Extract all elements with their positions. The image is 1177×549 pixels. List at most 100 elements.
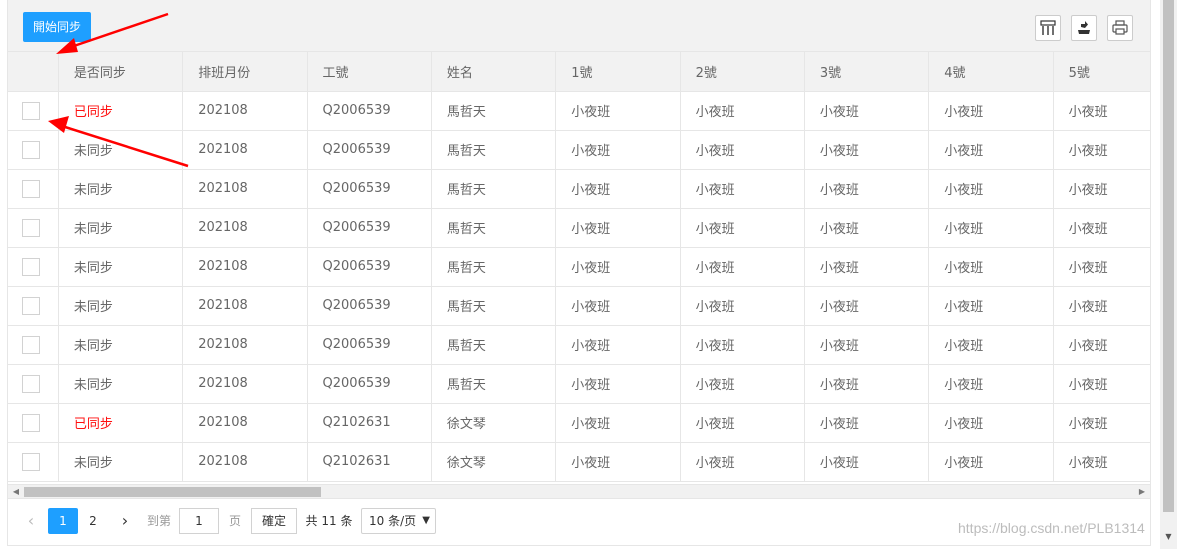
table-cell-d2: 小夜班 bbox=[680, 442, 805, 482]
table-cell-d2: 小夜班 bbox=[680, 403, 805, 443]
goto-page-input[interactable]: 1 bbox=[179, 508, 219, 534]
page-size-select[interactable]: 10 条/页 ▼ bbox=[361, 508, 436, 534]
table-cell-d3: 小夜班 bbox=[804, 364, 930, 404]
column-header[interactable]: 2號 bbox=[680, 52, 805, 92]
table-cell-d1: 小夜班 bbox=[555, 286, 681, 326]
table-cell-d3: 小夜班 bbox=[804, 208, 930, 248]
horizontal-scrollbar[interactable]: ◀ ▶ bbox=[8, 484, 1150, 498]
row-checkbox[interactable] bbox=[22, 257, 40, 276]
page-2-button[interactable]: 2 bbox=[80, 508, 106, 534]
column-header[interactable]: 工號 bbox=[307, 52, 432, 92]
table-cell-id: Q2006539 bbox=[307, 169, 432, 209]
table-cell-d4: 小夜班 bbox=[928, 364, 1054, 404]
table-cell-id: Q2102631 bbox=[307, 442, 432, 482]
table-cell-status: 未同步 bbox=[58, 325, 184, 365]
row-checkbox[interactable] bbox=[22, 452, 40, 471]
table-cell-name: 馬哲天 bbox=[431, 325, 557, 365]
page-size-value: 10 条/页 bbox=[369, 514, 417, 528]
row-checkbox-cell bbox=[8, 91, 59, 131]
table-cell-d2: 小夜班 bbox=[680, 286, 805, 326]
table-cell-id: Q2006539 bbox=[307, 130, 432, 170]
table-cell-id: Q2102631 bbox=[307, 403, 432, 443]
table-toolbar: 開始同步 bbox=[8, 0, 1150, 52]
goto-confirm-button[interactable]: 確定 bbox=[251, 508, 297, 534]
columns-icon[interactable] bbox=[1035, 15, 1061, 41]
table-cell-d2: 小夜班 bbox=[680, 169, 805, 209]
column-header[interactable]: 5號 bbox=[1053, 52, 1150, 92]
table-cell-name: 馬哲天 bbox=[431, 247, 557, 287]
table-cell-month: 202108 bbox=[182, 208, 308, 248]
table-cell-d4: 小夜班 bbox=[928, 91, 1054, 131]
table-cell-status: 未同步 bbox=[58, 286, 184, 326]
table-cell-month: 202108 bbox=[182, 130, 308, 170]
column-header[interactable]: 3號 bbox=[804, 52, 930, 92]
table-cell-d5: 小夜班 bbox=[1053, 364, 1150, 404]
table-cell-d2: 小夜班 bbox=[680, 130, 805, 170]
column-header[interactable]: 姓名 bbox=[431, 52, 557, 92]
table-row[interactable]: 已同步 202108 Q2006539 馬哲天 小夜班 小夜班 小夜班 小夜班 小夜班 bbox=[8, 91, 1150, 131]
prev-page-icon[interactable]: ‹ bbox=[18, 508, 44, 534]
row-checkbox[interactable] bbox=[22, 296, 40, 315]
table-cell-d5: 小夜班 bbox=[1053, 91, 1150, 131]
table-cell-d3: 小夜班 bbox=[804, 403, 930, 443]
table-cell-d4: 小夜班 bbox=[928, 208, 1054, 248]
table-cell-status: 未同步 bbox=[58, 364, 184, 404]
table-cell-d1: 小夜班 bbox=[555, 169, 681, 209]
table-cell-month: 202108 bbox=[182, 403, 308, 443]
row-checkbox[interactable] bbox=[22, 374, 40, 393]
row-checkbox[interactable] bbox=[22, 413, 40, 432]
table-row[interactable]: 未同步 202108 Q2006539 馬哲天 小夜班 小夜班 小夜班 小夜班 小夜班 bbox=[8, 325, 1150, 365]
table-cell-month: 202108 bbox=[182, 169, 308, 209]
row-checkbox[interactable] bbox=[22, 101, 40, 120]
scroll-right-icon[interactable]: ▶ bbox=[1136, 486, 1148, 498]
table-cell-id: Q2006539 bbox=[307, 247, 432, 287]
table-row[interactable]: 未同步 202108 Q2006539 馬哲天 小夜班 小夜班 小夜班 小夜班 小夜班 bbox=[8, 247, 1150, 287]
table-cell-id: Q2006539 bbox=[307, 208, 432, 248]
table-row[interactable]: 未同步 202108 Q2006539 馬哲天 小夜班 小夜班 小夜班 小夜班 小夜班 bbox=[8, 169, 1150, 209]
row-checkbox[interactable] bbox=[22, 179, 40, 198]
row-checkbox-cell bbox=[8, 286, 59, 326]
scroll-down-icon[interactable]: ▼ bbox=[1163, 532, 1174, 544]
column-header[interactable]: 排班月份 bbox=[182, 52, 308, 92]
vertical-scroll-thumb[interactable] bbox=[1163, 0, 1174, 512]
row-checkbox-cell bbox=[8, 169, 59, 209]
page-1-button[interactable]: 1 bbox=[48, 508, 78, 534]
table-cell-d1: 小夜班 bbox=[555, 364, 681, 404]
column-header[interactable]: 1號 bbox=[555, 52, 681, 92]
table-row[interactable]: 未同步 202108 Q2006539 馬哲天 小夜班 小夜班 小夜班 小夜班 小夜班 bbox=[8, 130, 1150, 170]
column-header[interactable]: 4號 bbox=[928, 52, 1054, 92]
table-row[interactable]: 未同步 202108 Q2102631 徐文琴 小夜班 小夜班 小夜班 小夜班 小夜班 bbox=[8, 442, 1150, 482]
scroll-left-icon[interactable]: ◀ bbox=[10, 486, 22, 498]
export-icon[interactable] bbox=[1071, 15, 1097, 41]
table-row[interactable]: 未同步 202108 Q2006539 馬哲天 小夜班 小夜班 小夜班 小夜班 小夜班 bbox=[8, 208, 1150, 248]
chevron-down-icon: ▼ bbox=[422, 515, 430, 526]
row-checkbox[interactable] bbox=[22, 140, 40, 159]
table-cell-d4: 小夜班 bbox=[928, 247, 1054, 287]
table-cell-status: 未同步 bbox=[58, 130, 184, 170]
table-row[interactable]: 未同步 202108 Q2006539 馬哲天 小夜班 小夜班 小夜班 小夜班 小夜班 bbox=[8, 364, 1150, 404]
table-cell-month: 202108 bbox=[182, 286, 308, 326]
column-header[interactable]: 是否同步 bbox=[58, 52, 184, 92]
horizontal-scroll-thumb[interactable] bbox=[24, 487, 321, 497]
table-cell-d4: 小夜班 bbox=[928, 442, 1054, 482]
table-cell-month: 202108 bbox=[182, 325, 308, 365]
row-checkbox[interactable] bbox=[22, 218, 40, 237]
table-row[interactable]: 已同步 202108 Q2102631 徐文琴 小夜班 小夜班 小夜班 小夜班 小夜班 bbox=[8, 403, 1150, 443]
table-cell-d1: 小夜班 bbox=[555, 91, 681, 131]
vertical-scrollbar[interactable]: ▼ bbox=[1160, 0, 1177, 549]
row-checkbox-cell bbox=[8, 403, 59, 443]
table-cell-d5: 小夜班 bbox=[1053, 130, 1150, 170]
table-cell-d1: 小夜班 bbox=[555, 403, 681, 443]
table-row[interactable]: 未同步 202108 Q2006539 馬哲天 小夜班 小夜班 小夜班 小夜班 小夜班 bbox=[8, 286, 1150, 326]
table-cell-d5: 小夜班 bbox=[1053, 403, 1150, 443]
row-checkbox-cell bbox=[8, 247, 59, 287]
start-sync-button[interactable]: 開始同步 bbox=[23, 12, 91, 42]
table-cell-d5: 小夜班 bbox=[1053, 325, 1150, 365]
table-cell-d3: 小夜班 bbox=[804, 91, 930, 131]
row-checkbox[interactable] bbox=[22, 335, 40, 354]
next-page-icon[interactable]: › bbox=[112, 508, 138, 534]
data-table: 是否同步 排班月份 工號 姓名 1號 2號 3號 4號 5號 已同步 202108 Q2006539… bbox=[8, 52, 1150, 484]
row-checkbox-cell bbox=[8, 442, 59, 482]
table-cell-d3: 小夜班 bbox=[804, 247, 930, 287]
print-icon[interactable] bbox=[1107, 15, 1133, 41]
